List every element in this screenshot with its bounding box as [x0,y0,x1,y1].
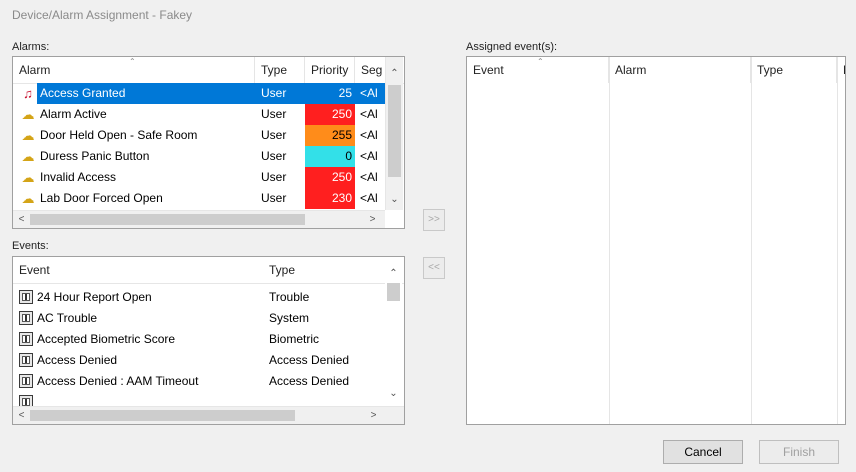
event-row[interactable]: Access Denied Access Denied [13,350,385,371]
event-type: System [269,311,310,325]
alarm-row[interactable]: ♫ Access Granted User 25 <Al [13,83,385,104]
scroll-down-arrow-icon[interactable]: ⌄ [385,385,402,402]
alarm-name: Door Held Open - Safe Room [40,128,198,142]
alarm-priority: 255 [305,125,355,146]
red-guitar-icon: ♫ [23,86,33,101]
scroll-left-arrow-icon[interactable]: < [13,407,30,424]
sort-up-icon: ⌃ [537,57,544,66]
alarms-label: Alarms: [12,41,50,53]
scroll-thumb[interactable] [388,85,401,177]
events-vertical-scrollbar[interactable]: ⌃ ⌄ [385,257,402,406]
priority-column-header[interactable]: Priority [305,57,355,83]
scroll-thumb[interactable] [387,283,400,301]
event-name: 24 Hour Report Open [37,290,152,304]
assigned-events-label: Assigned event(s): [466,41,558,53]
scroll-up-arrow-icon[interactable]: ⌃ [386,65,403,82]
alarm-priority: 250 [305,167,355,188]
alarm-row[interactable]: ☁ Door Held Open - Safe Room User 255 <Al [13,125,385,146]
alarm-type: User [261,191,287,205]
event-type: Access Denied [269,374,350,388]
alarms-list[interactable]: Alarm ⌃ Type Priority Seg ♫ Access Grante… [12,56,405,229]
event-icon [19,374,33,388]
type-column-header[interactable]: Type [751,57,837,83]
event-row[interactable]: 24 Hour Report Open Trouble [13,287,385,308]
alarm-column-header[interactable]: Alarm [609,57,751,83]
alarm-name: Lab Door Forced Open [40,191,163,205]
alarm-name: Alarm Active [40,107,107,121]
event-type: Trouble [269,290,310,304]
alarm-segment: <Al [360,128,378,142]
add-event-button[interactable]: >> [423,209,445,231]
alarm-row[interactable]: ☁ Invalid Access User 250 <Al [13,167,385,188]
alarm-type: User [261,149,287,163]
alarm-type: User [255,83,305,104]
alarm-row[interactable]: ☁ Alarm Active User 250 <Al [13,104,385,125]
event-icon [19,290,33,304]
bell-icon: ☁ [21,128,35,143]
scroll-up-arrow-icon[interactable]: ⌃ [385,265,402,282]
alarm-name: Access Granted [37,83,255,104]
alarm-segment: <Al [360,107,378,121]
bell-icon: ☁ [21,170,35,185]
alarm-row[interactable]: ☁ Duress Panic Button User 0 <Al [13,146,385,167]
alarm-segment: <Al [360,191,378,205]
alarms-horizontal-scrollbar[interactable]: < > [13,210,385,228]
alarm-type: User [261,107,287,121]
event-name: Access Denied : AAM Timeout [37,374,199,388]
type-column-header[interactable]: Type [263,257,383,283]
alarm-priority: 25 [305,83,355,104]
alarm-name: Duress Panic Button [40,149,150,163]
events-header: Event Type [13,257,404,284]
alarm-priority: 230 [305,188,355,209]
type-column-header[interactable]: Type [255,57,305,83]
bell-icon: ☁ [21,149,35,164]
alarms-header: Alarm ⌃ Type Priority Seg [13,57,404,84]
remove-event-button[interactable]: << [423,257,445,279]
events-label: Events: [12,240,49,252]
event-type: Access Denied [269,353,350,367]
scroll-thumb[interactable] [30,214,305,225]
event-icon [19,311,33,325]
window-title: Device/Alarm Assignment - Fakey [12,8,193,22]
event-icon [19,353,33,367]
event-row[interactable]: AC Trouble System [13,308,385,329]
bell-icon: ☁ [21,107,35,122]
alarm-segment: <Al [360,149,378,163]
event-icon [19,332,33,346]
events-horizontal-scrollbar[interactable]: < > [13,406,404,424]
event-name: Access Denied [37,353,118,367]
sort-up-icon: ⌃ [129,57,136,66]
scroll-right-arrow-icon[interactable]: > [365,407,382,424]
alarm-row[interactable]: ☁ Lab Door Forced Open User 230 <Al [13,188,385,209]
alarm-name: Invalid Access [40,170,117,184]
alarm-segment: <Al [355,83,385,104]
cancel-button[interactable]: Cancel [663,440,743,464]
events-list[interactable]: Event Type 24 Hour Report Open Trouble AC … [12,256,405,425]
scroll-down-arrow-icon[interactable]: ⌄ [386,191,403,208]
scroll-right-arrow-icon[interactable]: > [364,211,381,228]
alarm-priority: 0 [305,146,355,167]
event-type: Biometric [269,332,320,346]
alarm-type: User [261,128,287,142]
event-column-header[interactable]: Event [13,257,269,283]
alarm-segment: <Al [360,170,378,184]
assigned-header: Event ⌃ Alarm Type Pa [467,57,845,83]
scroll-thumb[interactable] [30,410,295,421]
scroll-left-arrow-icon[interactable]: < [13,211,30,228]
bell-icon: ☁ [21,191,35,206]
event-name: AC Trouble [37,311,98,325]
alarms-vertical-scrollbar[interactable]: ⌃ ⌄ [385,57,403,210]
priority-column-header[interactable]: Pa [837,57,845,83]
event-row[interactable]: Accepted Biometric Score Biometric [13,329,385,350]
column-divider [837,57,838,424]
event-row[interactable]: Access Denied : AAM Timeout Access Denied [13,371,385,392]
column-divider [751,57,752,424]
assigned-events-list[interactable]: Event ⌃ Alarm Type Pa [466,56,846,425]
column-divider [609,57,610,424]
segment-column-header[interactable]: Seg [355,57,387,83]
finish-button[interactable]: Finish [759,440,839,464]
alarm-type: User [261,170,287,184]
alarm-priority: 250 [305,104,355,125]
event-name: Accepted Biometric Score [37,332,176,346]
